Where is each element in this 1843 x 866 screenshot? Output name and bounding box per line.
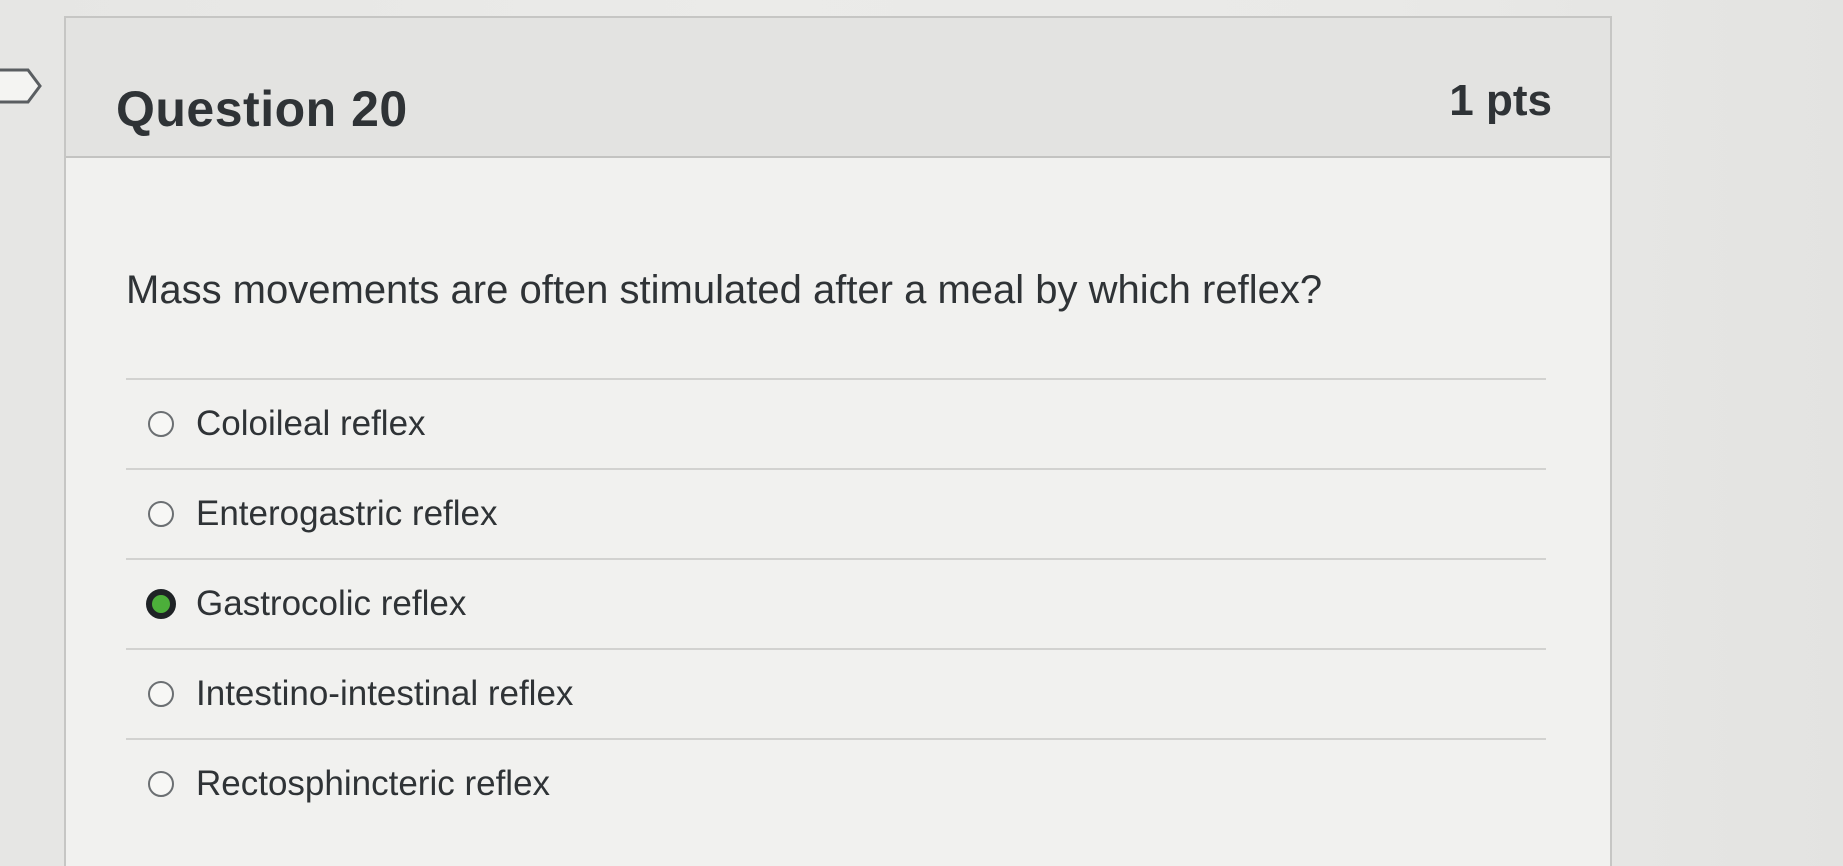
radio-button[interactable] [148,501,174,527]
answer-label: Enterogastric reflex [196,494,498,533]
radio-button[interactable] [148,681,174,707]
flag-icon[interactable] [0,66,46,106]
answer-option[interactable]: Enterogastric reflex [126,470,1546,558]
answer-label: Rectosphincteric reflex [196,764,551,803]
answer-option[interactable]: Coloileal reflex [126,380,1546,468]
question-header: Question 20 1 pts [66,18,1610,158]
question-text: Mass movements are often stimulated afte… [126,268,1323,312]
answer-label: Intestino-intestinal reflex [196,674,574,713]
answer-list: Coloileal reflex Enterogastric reflex Ga… [126,378,1546,828]
radio-button[interactable] [148,771,174,797]
answer-option-selected[interactable]: Gastrocolic reflex [126,560,1546,648]
question-title: Question 20 [116,81,408,137]
answer-option[interactable]: Intestino-intestinal reflex [126,650,1546,738]
page: Question 20 1 pts Mass movements are oft… [0,0,1843,866]
answer-label: Gastrocolic reflex [196,584,467,623]
radio-button-selected[interactable] [146,589,176,619]
answer-option[interactable]: Rectosphincteric reflex [126,740,1546,828]
question-points: 1 pts [1449,76,1552,125]
answer-label: Coloileal reflex [196,404,426,443]
question-card: Question 20 1 pts Mass movements are oft… [64,16,1612,866]
radio-button[interactable] [148,411,174,437]
